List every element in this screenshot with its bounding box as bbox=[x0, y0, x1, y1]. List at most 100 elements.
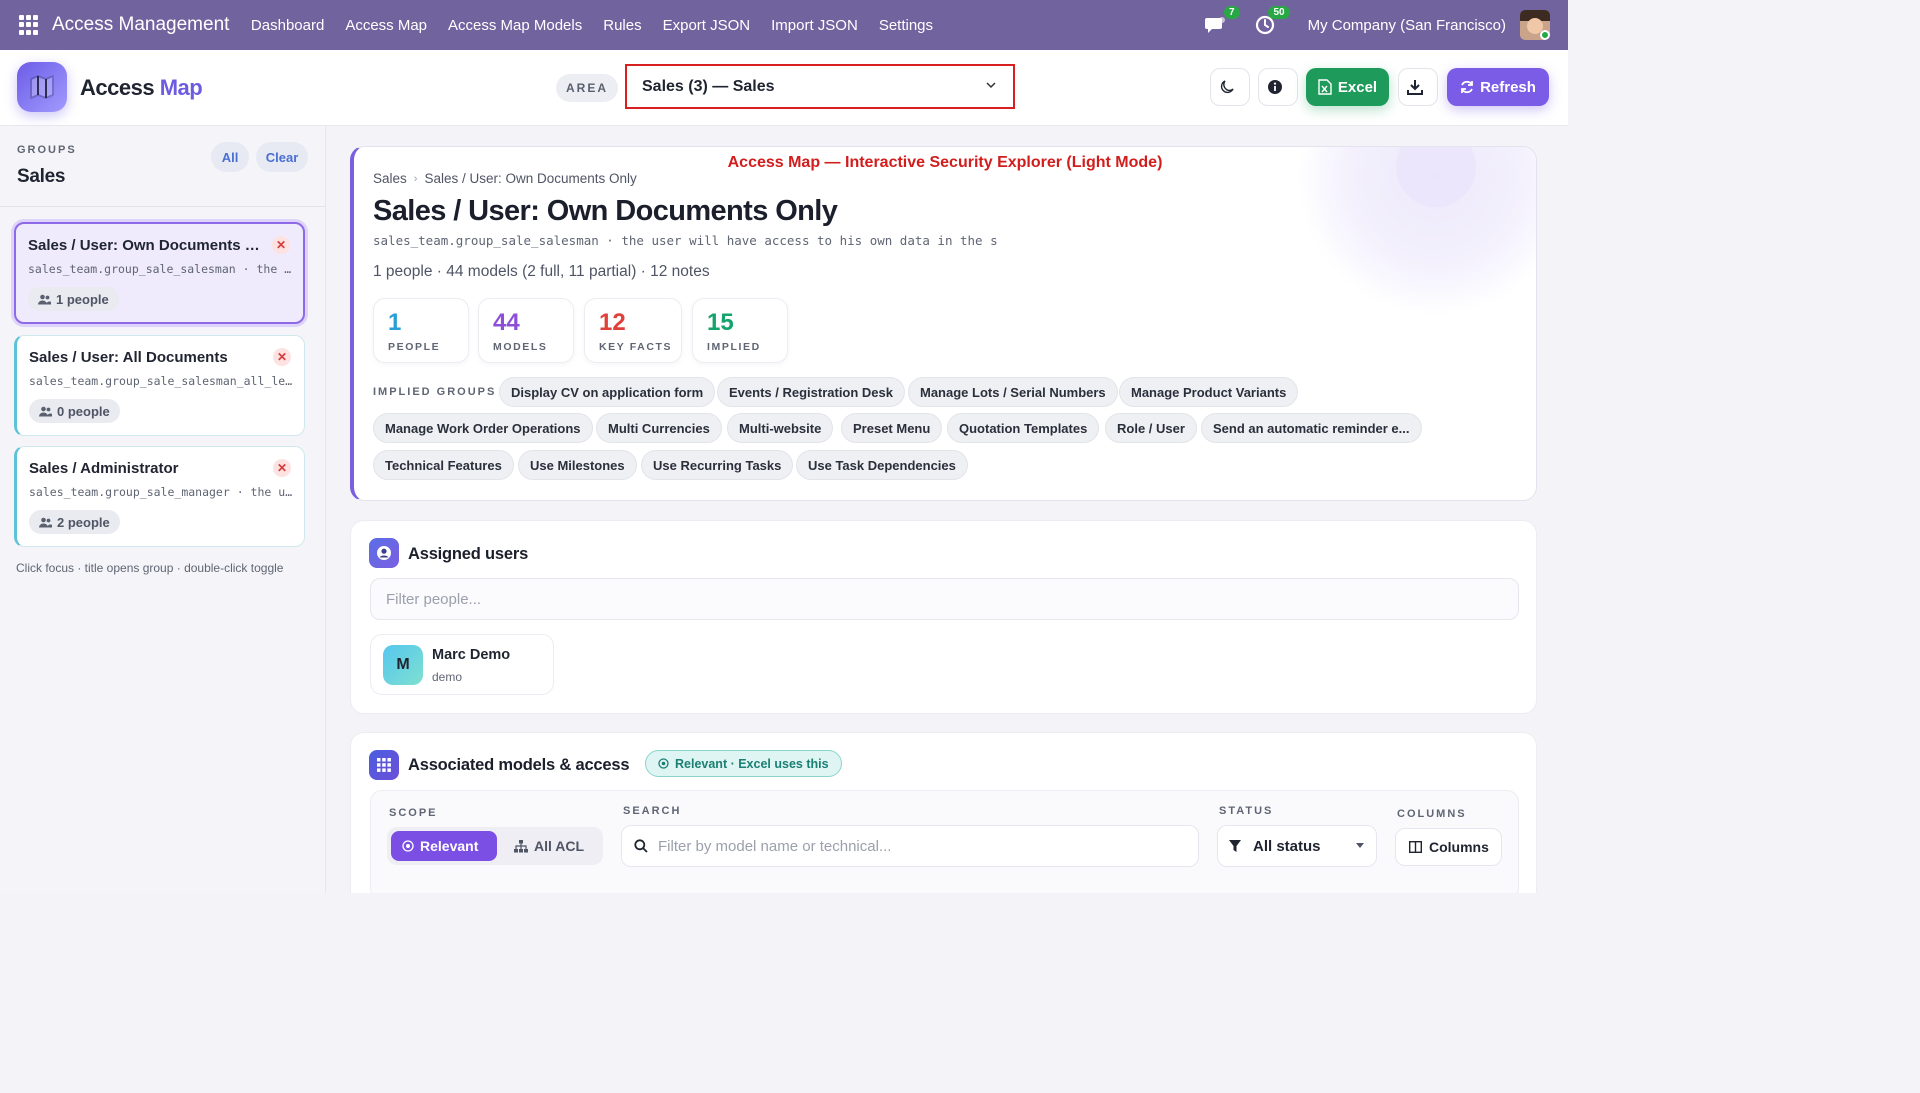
excel-file-icon bbox=[1318, 79, 1332, 95]
select-all-button[interactable]: All bbox=[211, 142, 249, 172]
remove-group-icon[interactable]: ✕ bbox=[273, 459, 291, 477]
implied-group-chip[interactable]: Send an automatic reminder e... bbox=[1201, 413, 1422, 443]
remove-group-icon[interactable]: ✕ bbox=[272, 236, 290, 254]
sitemap-icon bbox=[514, 839, 528, 852]
group-technical-name: sales_team.group_sale_salesman · the use… bbox=[373, 233, 998, 248]
assigned-users-title: Assigned users bbox=[408, 545, 529, 563]
chevron-down-icon bbox=[986, 82, 996, 89]
group-summary: 1 people · 44 models (2 full, 11 partial… bbox=[373, 263, 710, 280]
stat-label: PEOPLE bbox=[388, 341, 441, 353]
target-icon bbox=[658, 758, 669, 769]
implied-group-chip[interactable]: Multi-website bbox=[727, 413, 834, 443]
user-card[interactable]: M Marc Demo demo bbox=[370, 634, 554, 695]
people-count-badge: 1 people bbox=[28, 287, 119, 311]
implied-group-chip[interactable]: Preset Menu bbox=[841, 413, 943, 443]
info-button[interactable] bbox=[1258, 68, 1298, 106]
scope-toggle: Relevant All ACL bbox=[387, 827, 603, 865]
dark-mode-toggle[interactable] bbox=[1210, 68, 1250, 106]
stat-implied[interactable]: 15 IMPLIED bbox=[692, 298, 788, 363]
annotation-title: Access Map — Interactive Security Explor… bbox=[727, 154, 1163, 171]
implied-group-chip[interactable]: Manage Lots / Serial Numbers bbox=[908, 377, 1118, 407]
user-name: Marc Demo bbox=[432, 647, 511, 663]
stat-value: 15 bbox=[707, 309, 734, 336]
stat-value: 12 bbox=[599, 309, 626, 336]
implied-group-chip[interactable]: Manage Work Order Operations bbox=[373, 413, 593, 443]
model-search-input[interactable] bbox=[658, 837, 1178, 855]
group-card-title[interactable]: Sales / Administrator bbox=[29, 460, 269, 477]
implied-group-chip[interactable]: Quotation Templates bbox=[947, 413, 1100, 443]
group-card-tech: sales_team.group_sale_manager · the user… bbox=[29, 485, 295, 499]
nav-settings[interactable]: Settings bbox=[868, 17, 943, 34]
group-card-tech: sales_team.group_sale_salesman · the use… bbox=[28, 262, 294, 276]
grid-icon bbox=[369, 750, 399, 780]
chat-icon[interactable]: 7 bbox=[1204, 6, 1240, 36]
filter-people-input[interactable] bbox=[370, 578, 1519, 620]
download-button[interactable] bbox=[1398, 68, 1438, 106]
implied-group-chip[interactable]: Role / User bbox=[1105, 413, 1197, 443]
group-title: Sales / User: Own Documents Only bbox=[373, 195, 838, 227]
company-switcher[interactable]: My Company (San Francisco) bbox=[1308, 17, 1506, 34]
stat-key-facts[interactable]: 12 KEY FACTS bbox=[584, 298, 682, 363]
implied-group-chip[interactable]: Multi Currencies bbox=[596, 413, 722, 443]
clear-button[interactable]: Clear bbox=[256, 142, 308, 172]
people-count-badge: 0 people bbox=[29, 399, 120, 423]
implied-group-chip[interactable]: Events / Registration Desk bbox=[717, 377, 905, 407]
group-card-title[interactable]: Sales / User: All Documents bbox=[29, 349, 269, 366]
nav-import-json[interactable]: Import JSON bbox=[761, 17, 869, 34]
area-select-value: Sales (3) — Sales bbox=[642, 77, 775, 95]
app-name[interactable]: Access Management bbox=[52, 14, 229, 36]
area-select[interactable]: Sales (3) — Sales bbox=[625, 64, 1015, 109]
nav-rules[interactable]: Rules bbox=[593, 17, 652, 34]
search-icon bbox=[634, 839, 648, 853]
nav-dashboard[interactable]: Dashboard bbox=[240, 17, 334, 34]
implied-group-chip[interactable]: Technical Features bbox=[373, 450, 514, 480]
nav-access-map-models[interactable]: Access Map Models bbox=[438, 17, 593, 34]
columns-icon bbox=[1409, 841, 1422, 853]
status-label: STATUS bbox=[1219, 805, 1274, 817]
excel-button[interactable]: Excel bbox=[1306, 68, 1389, 106]
users-icon bbox=[39, 406, 52, 416]
moon-icon bbox=[1220, 80, 1234, 94]
status-select[interactable]: All status bbox=[1217, 825, 1377, 867]
divider bbox=[0, 206, 325, 207]
top-navbar: Access Management Dashboard Access Map A… bbox=[0, 0, 1568, 50]
stat-label: IMPLIED bbox=[707, 341, 761, 353]
implied-group-chip[interactable]: Use Recurring Tasks bbox=[641, 450, 794, 480]
apps-grid-icon[interactable] bbox=[19, 15, 39, 35]
breadcrumb-item[interactable]: Sales bbox=[373, 171, 407, 186]
associated-models-panel: Associated models & access Relevant · Ex… bbox=[350, 732, 1537, 893]
activity-clock-icon[interactable]: 50 bbox=[1254, 6, 1290, 36]
implied-group-chip[interactable]: Display CV on application form bbox=[499, 377, 716, 407]
area-label: AREA bbox=[556, 74, 618, 102]
group-card[interactable]: Sales / User: Own Documents Only sales_t… bbox=[14, 222, 305, 324]
stat-value: 44 bbox=[493, 309, 520, 336]
nav-export-json[interactable]: Export JSON bbox=[652, 17, 761, 34]
relevant-badge: Relevant · Excel uses this bbox=[645, 750, 842, 777]
sidebar-hint: Click focus · title opens group · double… bbox=[16, 561, 284, 575]
scope-all-acl-button[interactable]: All ACL bbox=[503, 831, 595, 861]
implied-group-chip[interactable]: Use Task Dependencies bbox=[796, 450, 968, 480]
scope-label: SCOPE bbox=[389, 807, 438, 819]
stat-people[interactable]: 1 PEOPLE bbox=[373, 298, 469, 363]
group-card[interactable]: Sales / User: All Documents sales_team.g… bbox=[14, 335, 305, 436]
refresh-icon bbox=[1461, 80, 1473, 94]
activity-badge: 50 bbox=[1268, 6, 1290, 19]
group-card[interactable]: Sales / Administrator sales_team.group_s… bbox=[14, 446, 305, 547]
download-icon bbox=[1407, 80, 1423, 95]
online-status-dot bbox=[1540, 30, 1550, 40]
stat-models[interactable]: 44 MODELS bbox=[478, 298, 574, 363]
status-select-value: All status bbox=[1253, 837, 1321, 855]
remove-group-icon[interactable]: ✕ bbox=[273, 348, 291, 366]
refresh-button[interactable]: Refresh bbox=[1447, 68, 1549, 106]
breadcrumb: Sales › Sales / User: Own Documents Only bbox=[373, 171, 637, 186]
columns-button[interactable]: Columns bbox=[1395, 828, 1502, 866]
user-avatar[interactable] bbox=[1520, 10, 1550, 40]
nav-access-map[interactable]: Access Map bbox=[335, 17, 438, 34]
page-title: Access Map bbox=[80, 75, 203, 100]
groups-sidebar: GROUPS Sales All Clear Sales / User: Own… bbox=[0, 126, 326, 893]
models-filter-bar: SCOPE Relevant All ACL SEARCH STATUS A bbox=[370, 790, 1519, 893]
scope-relevant-button[interactable]: Relevant bbox=[391, 831, 497, 861]
group-card-title[interactable]: Sales / User: Own Documents Only bbox=[28, 237, 268, 254]
implied-group-chip[interactable]: Manage Product Variants bbox=[1119, 377, 1299, 407]
implied-group-chip[interactable]: Use Milestones bbox=[518, 450, 637, 480]
